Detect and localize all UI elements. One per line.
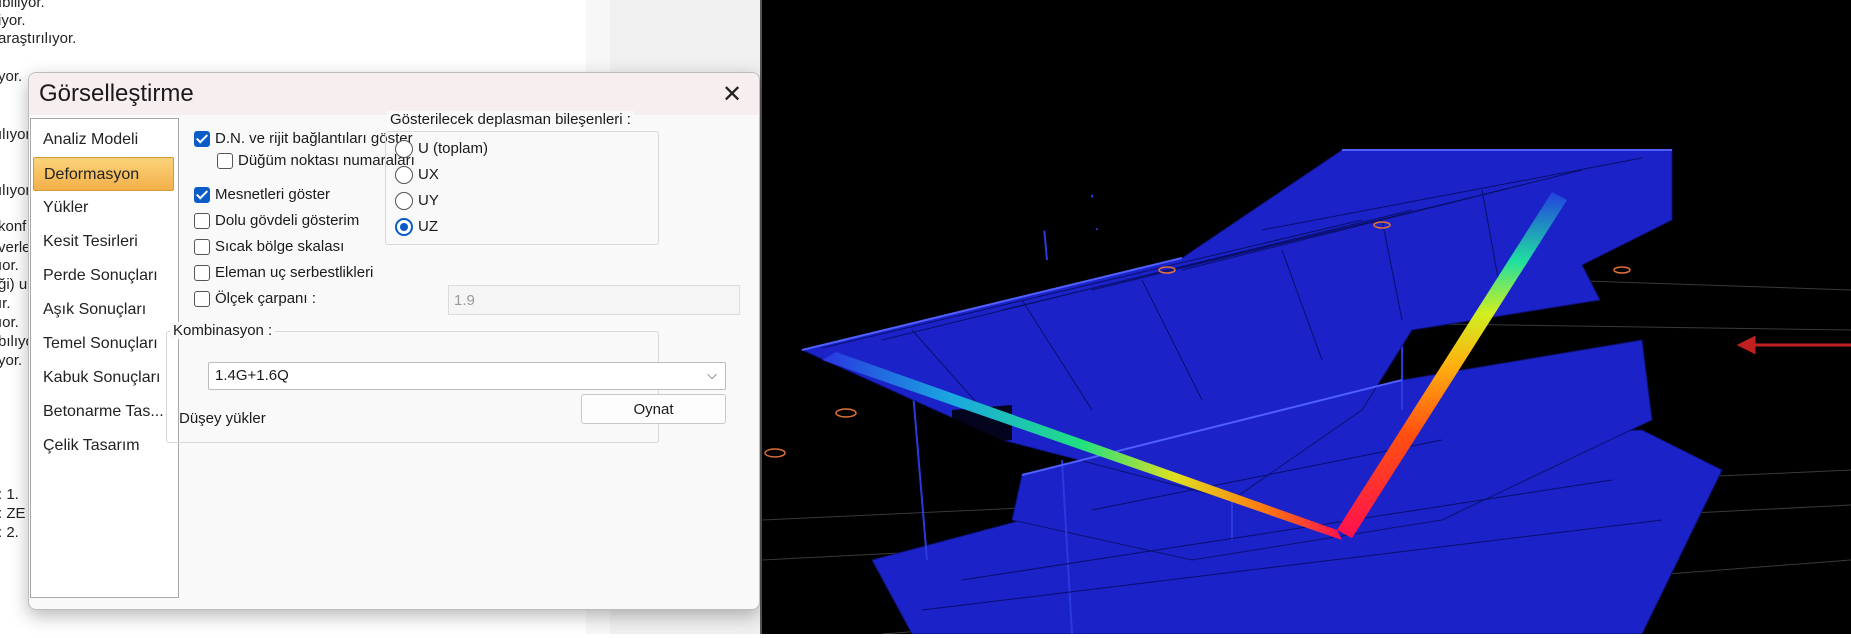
radio-uz-label: UZ [418, 218, 438, 235]
log-line: : 2. [0, 524, 19, 541]
nav-item-betonarme-tasarim[interactable]: Betonarme Tas... [33, 395, 174, 429]
log-line: ıbiliyor. [0, 0, 45, 11]
displacement-legend: Gösterilecek deplasman bileşenleri : [387, 111, 634, 128]
log-line: verle [0, 239, 31, 256]
log-line: iyor. [0, 12, 26, 29]
radio-uz[interactable] [395, 218, 413, 236]
heat-scale-checkbox[interactable] [194, 239, 210, 255]
close-button[interactable]: ✕ [717, 79, 747, 109]
combination-description: Düşey yükler [179, 410, 266, 427]
dialog-titlebar[interactable]: Görselleştirme ✕ [29, 73, 759, 115]
show-nodes-label: D.N. ve rijit bağlantıları göster [215, 130, 413, 147]
log-line: : ZE [0, 505, 26, 522]
nav-item-kabuk-sonuclari[interactable]: Kabuk Sonuçları [33, 361, 174, 395]
radio-uy[interactable] [395, 192, 413, 210]
log-line: yor. [0, 352, 23, 369]
log-line: ği) u [0, 276, 28, 293]
log-line: konf [0, 218, 27, 235]
radio-uy-label: UY [418, 192, 439, 209]
log-line: ıor. [0, 314, 19, 331]
log-line: ır. [0, 295, 11, 312]
log-line: ılıyor [0, 126, 31, 143]
scale-factor-input[interactable] [448, 285, 740, 315]
log-line: : 1. [0, 486, 19, 503]
log-line: ılıyor [0, 182, 31, 199]
end-releases-checkbox[interactable] [194, 265, 210, 281]
nav-item-kesit-tesirleri[interactable]: Kesit Tesirleri [33, 225, 174, 259]
scale-factor-label: Ölçek çarpanı : [215, 290, 316, 307]
deformed-model-render [761, 149, 1851, 635]
close-icon: ✕ [721, 80, 743, 108]
nav-item-temel-sonuclari[interactable]: Temel Sonuçları [33, 327, 174, 361]
log-line: ıor. [0, 257, 19, 274]
play-button[interactable]: Oynat [581, 394, 726, 424]
nav-item-yukler[interactable]: Yükler [33, 191, 174, 225]
scale-factor-checkbox[interactable] [194, 291, 210, 307]
dialog-title: Görselleştirme [39, 80, 194, 107]
nav-item-celik-tasarim[interactable]: Çelik Tasarım [33, 429, 174, 463]
radio-u-total-label: U (toplam) [418, 140, 489, 157]
radio-u-total[interactable] [395, 140, 413, 158]
radio-ux-label: UX [418, 166, 439, 183]
combination-legend: Kombinasyon : [170, 322, 276, 339]
model-viewport[interactable] [761, 0, 1851, 635]
combination-select[interactable]: 1.4G+1.6Q ⌵ [208, 362, 726, 390]
visualization-dialog: Görselleştirme ✕ Analiz Modeli Deformasy… [28, 72, 760, 610]
nav-item-deformasyon[interactable]: Deformasyon [33, 157, 174, 191]
end-releases-label: Eleman uç serbestlikleri [215, 264, 374, 281]
chevron-down-icon: ⌵ [707, 367, 717, 382]
log-line: araştırılıyor. [0, 30, 77, 47]
combination-select-value: 1.4G+1.6Q [215, 367, 289, 384]
node-numbers-checkbox[interactable] [217, 153, 233, 169]
show-supports-checkbox[interactable] [194, 187, 210, 203]
radio-ux[interactable] [395, 166, 413, 184]
solid-body-checkbox[interactable] [194, 213, 210, 229]
nav-item-asik-sonuclari[interactable]: Aşık Sonuçları [33, 293, 174, 327]
show-nodes-checkbox[interactable] [194, 131, 210, 147]
category-list: Analiz Modeli Deformasyon Yükler Kesit T… [30, 118, 179, 598]
nav-item-analiz-modeli[interactable]: Analiz Modeli [33, 123, 174, 157]
solid-body-label: Dolu gövdeli gösterim [215, 212, 360, 229]
nav-item-perde-sonuclari[interactable]: Perde Sonuçları [33, 259, 174, 293]
log-line: yor. [0, 68, 23, 85]
show-supports-label: Mesnetleri göster [215, 186, 331, 203]
heat-scale-label: Sıcak bölge skalası [215, 238, 345, 255]
